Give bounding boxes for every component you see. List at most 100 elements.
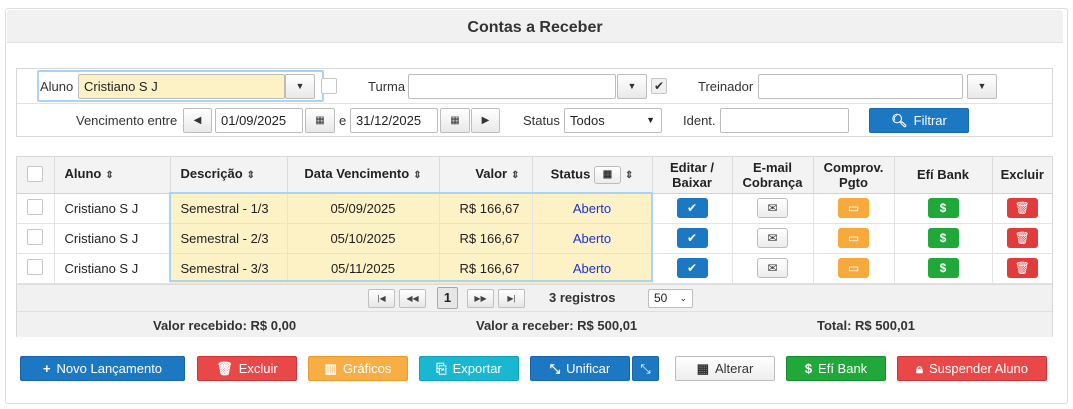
ident-input[interactable] xyxy=(720,108,849,133)
select-all-cell xyxy=(17,157,55,194)
cell-status[interactable]: Aberto xyxy=(532,223,653,254)
aluno-checkbox[interactable] xyxy=(321,78,337,94)
last-page-icon: ▶| xyxy=(507,294,516,303)
col-excluir: Excluir xyxy=(992,157,1052,194)
email-button[interactable]: ✉ xyxy=(757,258,788,278)
date-to-input[interactable]: 31/12/2025 xyxy=(350,108,438,133)
col-data-vencimento[interactable]: Data Vencimento ⇕ xyxy=(287,157,440,194)
cell-editar: ✔ xyxy=(652,253,733,284)
table-row[interactable]: Cristiano S J Semestral - 2/3 05/10/2025… xyxy=(17,223,1052,254)
col-status[interactable]: Status ▦ ⇕ xyxy=(532,157,653,194)
unificar-extra-button[interactable]: ⤡ xyxy=(632,356,659,381)
efi-bank-button[interactable]: $ Efí Bank xyxy=(786,356,886,381)
turma-label: Turma xyxy=(368,79,406,94)
email-button[interactable]: ✉ xyxy=(757,198,788,218)
row-checkbox[interactable] xyxy=(27,228,44,245)
grid-header: Aluno ⇕ Descrição ⇕ Data Vencimento ⇕ Valor… xyxy=(17,157,1052,194)
current-page[interactable]: 1 xyxy=(437,287,458,309)
unificar-button[interactable]: ⤡ Unificar xyxy=(530,356,630,381)
exportar-label: Exportar xyxy=(452,361,502,376)
turma-input[interactable] xyxy=(408,74,616,99)
trash-icon: 🗑︎ xyxy=(1014,201,1030,215)
col-aluno[interactable]: Aluno ⇕ xyxy=(54,157,171,194)
row-select-cell xyxy=(17,193,55,224)
efi-button[interactable]: $ xyxy=(927,228,959,248)
status-filter-button[interactable]: ▦ xyxy=(593,165,621,184)
novo-lancamento-button[interactable]: + Novo Lançamento xyxy=(20,356,185,381)
col-email: E-mail Cobrança xyxy=(732,157,814,194)
excluir-button[interactable]: 🗑︎ Excluir xyxy=(197,356,297,381)
turma-dropdown-button[interactable]: ▼ xyxy=(617,74,647,99)
bar-chart-icon: ▥ xyxy=(324,361,337,376)
efi-bank-label: Efí Bank xyxy=(818,361,868,376)
comprov-button[interactable]: ▭ xyxy=(838,198,869,218)
date-from-calendar-button[interactable]: ▦ xyxy=(305,108,335,133)
cell-editar: ✔ xyxy=(652,193,733,224)
filter-button[interactable]: 🔍︎ Filtrar xyxy=(869,108,969,133)
first-page-button[interactable]: |◀ xyxy=(368,289,395,308)
suspender-aluno-button[interactable]: 🔒︎ Suspender Aluno xyxy=(897,356,1047,381)
col-valor[interactable]: Valor ⇕ xyxy=(439,157,533,194)
treinador-input[interactable] xyxy=(758,74,963,99)
vencimento-label: Vencimento entre xyxy=(76,113,178,128)
cell-status[interactable]: Aberto xyxy=(532,253,653,284)
delete-button[interactable]: 🗑︎ xyxy=(1006,198,1038,218)
edit-button[interactable]: ✔ xyxy=(676,228,708,248)
date-from-input[interactable]: 01/09/2025 xyxy=(215,108,303,133)
row-checkbox[interactable] xyxy=(27,198,44,215)
table-row[interactable]: Cristiano S J Semestral - 3/3 05/11/2025… xyxy=(17,253,1052,284)
cell-comprov: ▭ xyxy=(813,253,895,284)
col-descricao[interactable]: Descrição ⇕ xyxy=(170,157,288,194)
cell-status[interactable]: Aberto xyxy=(532,193,653,224)
cell-efi: $ xyxy=(894,253,993,284)
col-email-label-1: E-mail xyxy=(752,159,792,175)
cell-excluir: 🗑︎ xyxy=(992,223,1052,254)
edit-button[interactable]: ✔ xyxy=(676,198,708,218)
date-next-button[interactable]: ▶ xyxy=(471,108,500,133)
sort-icon: ⇕ xyxy=(511,170,520,182)
comprov-button[interactable]: ▭ xyxy=(838,228,869,248)
alterar-label: Alterar xyxy=(715,361,754,376)
table-row[interactable]: Cristiano S J Semestral - 1/3 05/09/2025… xyxy=(17,193,1052,224)
row-checkbox[interactable] xyxy=(27,258,44,275)
delete-button[interactable]: 🗑︎ xyxy=(1006,228,1038,248)
filter-button-label: Filtrar xyxy=(913,113,947,128)
totals-bar: Valor recebido: R$ 0,00 Valor a receber:… xyxy=(17,311,1052,337)
page-size-select[interactable]: 50 ⌄ xyxy=(648,289,693,308)
aluno-input[interactable]: Cristiano S J xyxy=(78,74,285,99)
date-to-calendar-button[interactable]: ▦ xyxy=(440,108,470,133)
date-prev-button[interactable]: ◀ xyxy=(183,108,212,133)
aluno-dropdown-button[interactable]: ▼ xyxy=(285,74,315,99)
cell-vencimento: 05/10/2025 xyxy=(287,223,440,254)
turma-checkbox[interactable]: ✔ xyxy=(651,78,667,94)
note-icon: ▭ xyxy=(847,201,860,215)
efi-button[interactable]: $ xyxy=(927,258,959,278)
exportar-button[interactable]: ⎘ Exportar xyxy=(419,356,519,381)
status-select[interactable]: Todos ▼ xyxy=(564,108,662,133)
check-icon: ✔ xyxy=(686,201,698,215)
efi-button[interactable]: $ xyxy=(927,198,959,218)
compress-icon: ⤡ xyxy=(549,361,561,376)
email-button[interactable]: ✉ xyxy=(757,228,788,248)
graficos-button[interactable]: ▥ Gráficos xyxy=(308,356,408,381)
col-efi: Efí Bank xyxy=(894,157,993,194)
receivables-grid: Aluno ⇕ Descrição ⇕ Data Vencimento ⇕ Valor… xyxy=(16,156,1053,337)
alterar-button[interactable]: ▦ Alterar xyxy=(675,356,775,381)
treinador-dropdown-button[interactable]: ▼ xyxy=(967,74,997,99)
sort-icon: ⇕ xyxy=(624,170,634,182)
date-separator: e xyxy=(339,113,347,128)
check-icon: ✔ xyxy=(686,231,698,245)
comprov-button[interactable]: ▭ xyxy=(838,258,869,278)
last-page-button[interactable]: ▶| xyxy=(498,289,525,308)
col-status-label: Status xyxy=(550,166,591,182)
cell-comprov: ▭ xyxy=(813,223,895,254)
next-page-button[interactable]: ▶▶ xyxy=(467,289,494,308)
delete-button[interactable]: 🗑︎ xyxy=(1006,258,1038,278)
excluir-label: Excluir xyxy=(238,361,278,376)
first-page-icon: |◀ xyxy=(377,294,386,303)
select-all-checkbox[interactable] xyxy=(27,166,44,183)
cell-descricao: Semestral - 1/3 xyxy=(170,193,288,224)
prev-page-button[interactable]: ◀◀ xyxy=(399,289,426,308)
edit-button[interactable]: ✔ xyxy=(676,258,708,278)
note-icon: ▭ xyxy=(847,261,860,275)
